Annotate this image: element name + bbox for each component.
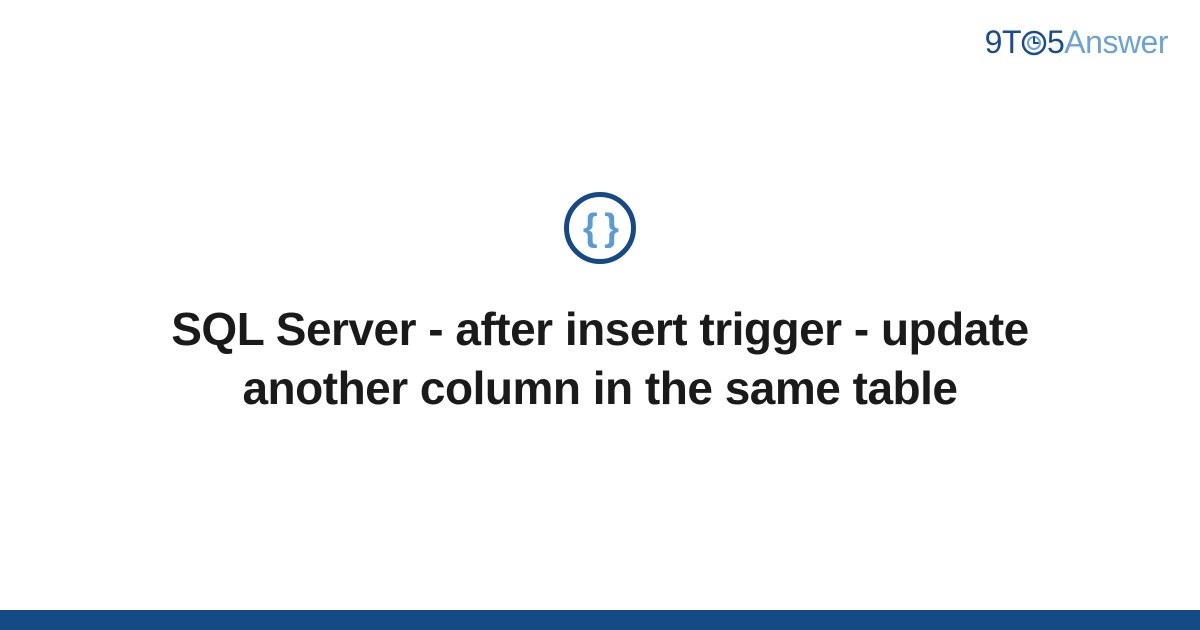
category-icon-circle: { }	[564, 192, 636, 264]
main-content: { } SQL Server - after insert trigger - …	[0, 0, 1200, 610]
page-title: SQL Server - after insert trigger - upda…	[110, 300, 1090, 418]
code-braces-icon: { }	[583, 209, 617, 247]
footer-bar	[0, 610, 1200, 630]
